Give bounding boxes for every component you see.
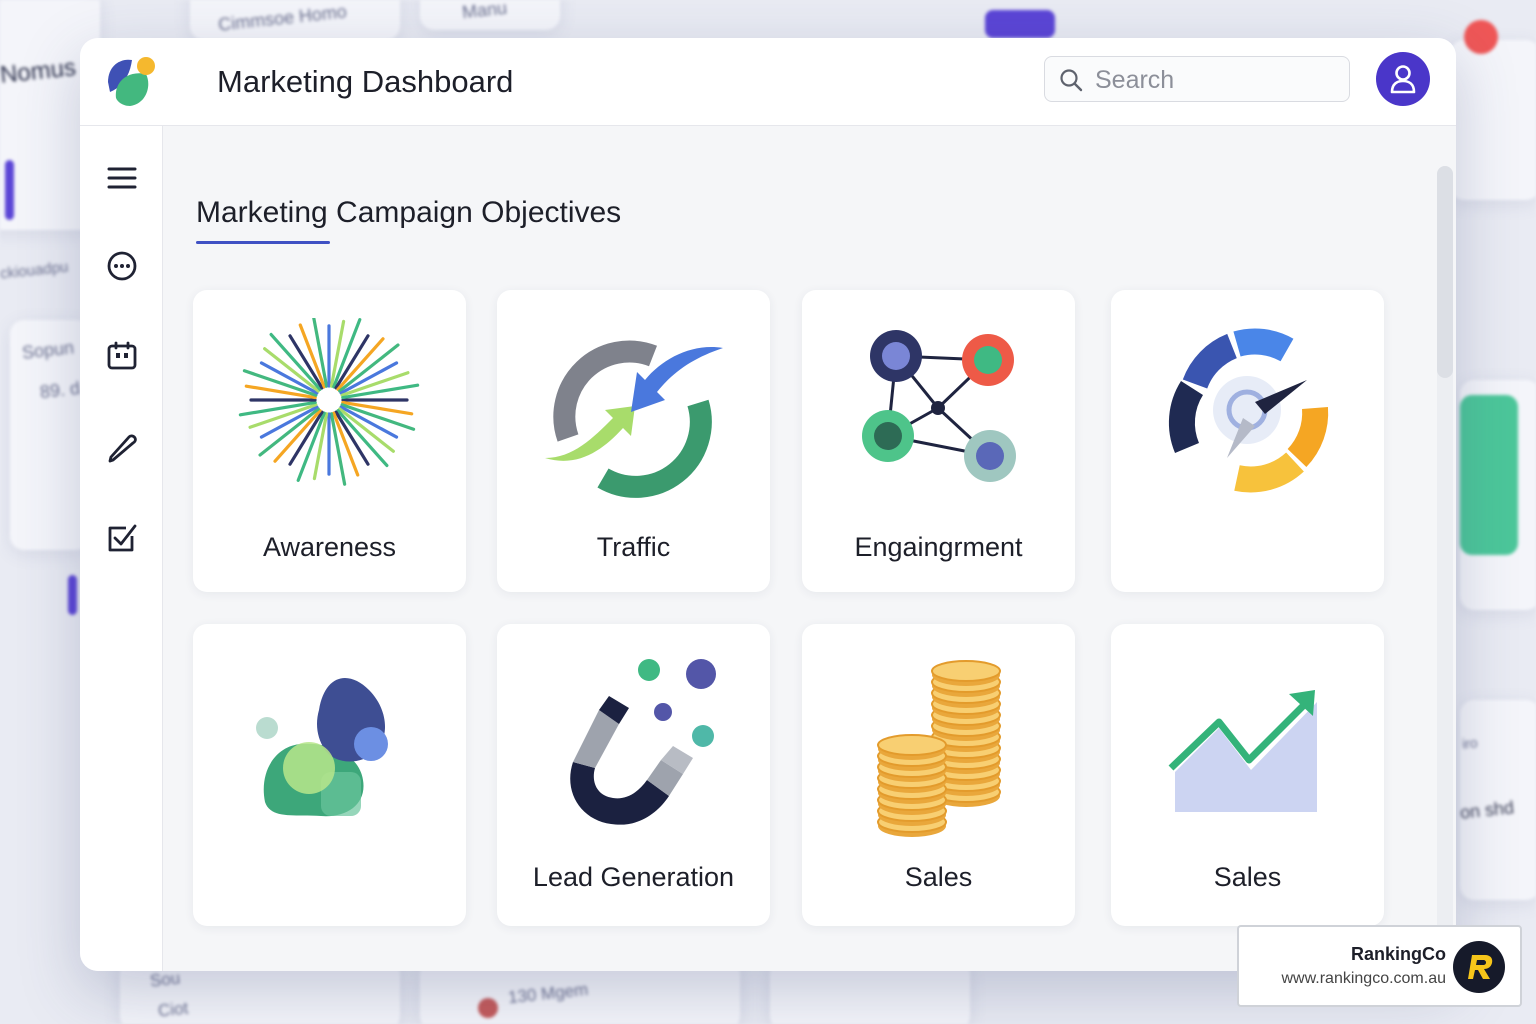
compass-gauge-icon	[1168, 328, 1329, 493]
card-label: Engaingrment	[854, 532, 1023, 562]
avatar[interactable]	[1376, 52, 1430, 106]
badge-name: RankingCo	[1350, 944, 1446, 964]
background-text: iro	[1461, 734, 1479, 752]
leaf-logo-icon	[108, 57, 155, 106]
search-box[interactable]	[1044, 56, 1350, 102]
sidebar-item-menu[interactable]	[104, 160, 140, 196]
background-button	[985, 10, 1055, 38]
menu-icon	[107, 167, 137, 189]
objective-card-shapes[interactable]	[193, 624, 466, 926]
sidebar-item-edit[interactable]	[104, 430, 140, 466]
rankingco-logo-icon	[1453, 941, 1505, 993]
checkbox-icon	[108, 524, 137, 552]
objective-card-traffic[interactable]: Traffic	[497, 290, 770, 592]
card-label: Sales	[1213, 862, 1282, 892]
card-label: Lead Generation	[532, 862, 735, 892]
network-icon	[862, 330, 1016, 482]
card-label: Awareness	[262, 532, 397, 562]
app-title: Marketing Dashboard	[217, 64, 514, 99]
objective-card-sales-growth[interactable]: Sales	[1111, 624, 1384, 926]
chat-icon	[107, 251, 137, 281]
growth-chart-icon	[1168, 690, 1317, 812]
dashboard-window: Marketing Dashboard Search Marketing Cam…	[80, 38, 1456, 971]
top-bar: Marketing Dashboard	[80, 38, 1456, 126]
search-input[interactable]	[1093, 63, 1337, 97]
sidebar-item-chat[interactable]	[104, 248, 140, 284]
badge-icon	[107, 341, 137, 370]
background-text: 89. d	[39, 377, 81, 403]
objective-card-engagement[interactable]: Engaingrment	[802, 290, 1075, 592]
coin-face	[931, 660, 1001, 682]
sidebar-item-badge[interactable]	[104, 338, 140, 374]
scrollbar[interactable]	[1437, 166, 1453, 966]
objective-card-awareness[interactable]: Awareness	[193, 290, 466, 592]
pencil-icon	[108, 434, 137, 463]
background-card	[1450, 40, 1536, 200]
search-icon	[1060, 69, 1083, 92]
user-icon	[1390, 65, 1416, 94]
sidebar	[80, 126, 163, 971]
background-dot	[478, 998, 498, 1018]
background-text: Sou	[149, 968, 182, 991]
rankingco-badge[interactable]: RankingCo www.rankingco.com.au	[1237, 925, 1522, 1007]
blob-shapes-icon	[256, 678, 388, 817]
sidebar-item-tasks[interactable]	[104, 520, 140, 556]
badge-url[interactable]: www.rankingco.com.au	[1281, 970, 1446, 988]
objective-card-compass[interactable]	[1111, 290, 1384, 592]
card-label: Traffic	[596, 532, 671, 562]
magnet-icon	[570, 659, 716, 825]
objective-card-lead-generation[interactable]: Lead Generation	[497, 624, 770, 926]
background-panel	[1460, 395, 1518, 555]
circular-arrows-icon	[545, 340, 723, 498]
starburst-icon	[238, 318, 420, 486]
background-bar	[68, 575, 77, 615]
coin-face	[877, 734, 947, 756]
background-close-icon	[1464, 20, 1498, 54]
scroll-thumb[interactable]	[1437, 166, 1453, 378]
background-bar	[5, 160, 14, 220]
title-underline	[196, 241, 330, 244]
background-text: Ciot	[157, 998, 190, 1021]
background-text: ckiouadpu	[0, 258, 70, 283]
main-content: Marketing Campaign Objectives Awareness …	[163, 126, 1456, 971]
card-label: Sales	[904, 862, 973, 892]
coins-icon	[877, 660, 1001, 837]
objective-card-sales-coins[interactable]: Sales	[802, 624, 1075, 926]
section-title: Marketing Campaign Objectives	[196, 196, 622, 229]
